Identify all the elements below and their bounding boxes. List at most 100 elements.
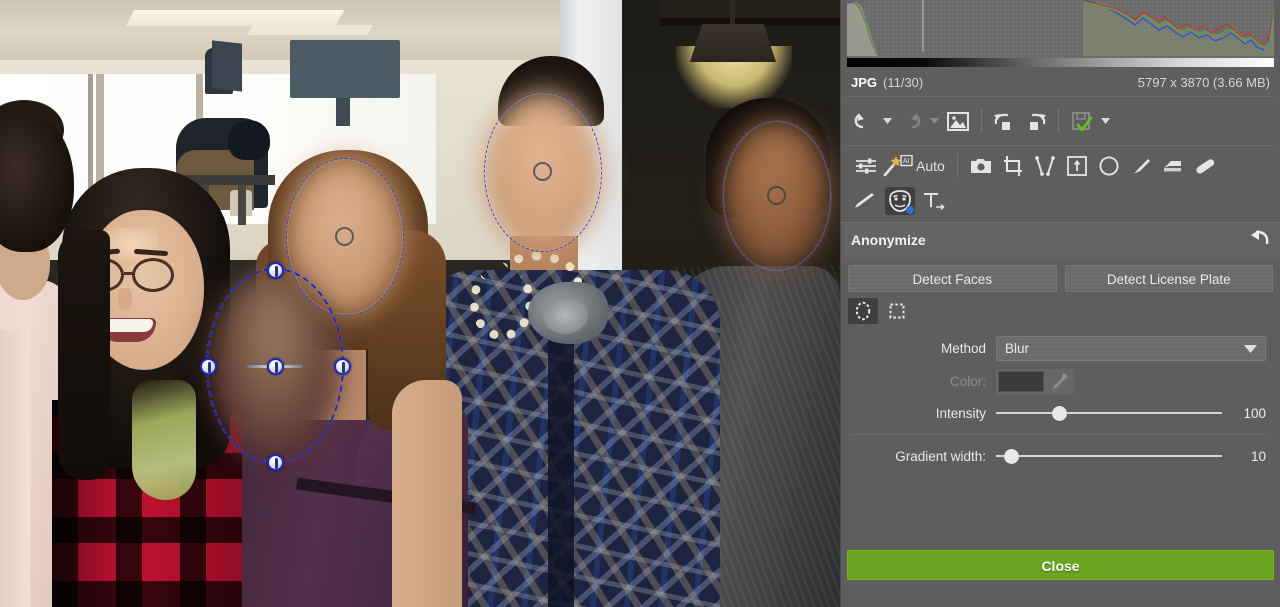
- ellipse-icon[interactable]: [1094, 152, 1124, 180]
- detect-license-plate-button[interactable]: Detect License Plate: [1064, 265, 1273, 292]
- gradient-width-label: Gradient width:: [895, 448, 986, 464]
- brush-icon[interactable]: [1126, 152, 1156, 180]
- person-2-glasses-right-lens: [132, 258, 174, 292]
- adjustments-sliders-icon[interactable]: [851, 152, 881, 180]
- image-format: JPG: [851, 75, 878, 90]
- selection-center-marker[interactable]: [335, 227, 354, 246]
- divider-3: [851, 434, 1266, 435]
- eraser-icon[interactable]: [1158, 152, 1188, 180]
- dashed-ellipse-icon[interactable]: [848, 298, 878, 324]
- rotate-left-icon[interactable]: [992, 108, 1018, 134]
- save-chevron-down-icon[interactable]: [1099, 111, 1112, 131]
- svg-text:AI: AI: [903, 158, 910, 165]
- image-canvas[interactable]: [0, 0, 840, 607]
- tool-palette-row-2: [841, 184, 1280, 222]
- save-check-icon[interactable]: [1069, 108, 1095, 134]
- histogram-tone-bar: [847, 58, 1274, 67]
- dashed-rectangle-icon[interactable]: [882, 298, 912, 324]
- method-select[interactable]: Blur: [996, 336, 1266, 361]
- resize-handle-north[interactable]: [266, 261, 284, 279]
- eyedropper-icon[interactable]: [1048, 371, 1072, 392]
- crop-icon[interactable]: [998, 152, 1028, 180]
- tool-palette-row-1: AI Auto: [841, 146, 1280, 184]
- intensity-label: Intensity: [935, 405, 986, 421]
- gradient-width-slider-knob[interactable]: [1004, 448, 1020, 464]
- resize-handle-east[interactable]: [333, 357, 351, 375]
- resize-handle-south[interactable]: [266, 453, 284, 471]
- gradient-width-slider[interactable]: [996, 447, 1222, 465]
- chevron-down-icon: [1244, 344, 1257, 353]
- person-2-glasses-bridge: [124, 272, 134, 275]
- intensity-slider[interactable]: [996, 404, 1222, 422]
- image-dimensions: 5797 x 3870 (3.66 MB): [1137, 75, 1270, 90]
- anonymize-section-header: Anonymize: [841, 222, 1280, 257]
- magic-wand-ai-icon[interactable]: AI: [883, 152, 913, 180]
- gradient-width-row: Gradient width: 10: [841, 441, 1280, 471]
- close-button[interactable]: Close: [847, 550, 1274, 580]
- bandage-icon[interactable]: [1190, 152, 1220, 180]
- right-panel: JPG (11/30) 5797 x 3870 (3.66 MB) AI Aut…: [840, 0, 1280, 607]
- selection-center-marker[interactable]: [533, 162, 552, 181]
- method-label: Method: [940, 341, 986, 356]
- ceiling-light: [125, 10, 345, 26]
- reset-arrow-icon[interactable]: [1248, 229, 1270, 250]
- background-person-hair: [228, 120, 270, 160]
- perspective-icon[interactable]: [1030, 152, 1060, 180]
- person-1-arm: [0, 330, 30, 607]
- method-row: Method Blur: [841, 332, 1280, 365]
- text-icon[interactable]: [919, 187, 949, 215]
- image-format-group: JPG (11/30): [851, 75, 923, 90]
- resize-handle-west[interactable]: [199, 357, 217, 375]
- camera-icon[interactable]: [966, 152, 996, 180]
- pendant-lamp-rod: [730, 0, 735, 26]
- image-metadata-row: JPG (11/30) 5797 x 3870 (3.66 MB): [841, 67, 1280, 96]
- toolbar-separator-2: [1058, 109, 1059, 133]
- color-picker-group[interactable]: [996, 369, 1074, 394]
- photo-editor-window: JPG (11/30) 5797 x 3870 (3.66 MB) AI Aut…: [0, 0, 1280, 607]
- person-4-jacket-opening: [548, 300, 574, 607]
- picture-icon[interactable]: [945, 108, 971, 134]
- redo-chevron-down-icon: [928, 111, 941, 131]
- desk-leg-2: [238, 185, 246, 225]
- person-2-hair-strand: [58, 230, 110, 480]
- image-counter: (11/30): [883, 75, 924, 90]
- pen-icon[interactable]: [851, 187, 881, 215]
- undo-chevron-down-icon[interactable]: [881, 111, 894, 131]
- resize-icon[interactable]: [1062, 152, 1092, 180]
- monitor-stand: [336, 98, 350, 126]
- undo-icon[interactable]: [851, 108, 877, 134]
- auto-label[interactable]: Auto: [916, 158, 945, 174]
- person-4-fabric-flower-center: [542, 296, 588, 334]
- face-selection-2-active[interactable]: [199, 261, 351, 471]
- background-monitor: [290, 40, 400, 98]
- color-swatch[interactable]: [998, 371, 1044, 392]
- color-row: Color:: [841, 365, 1280, 398]
- method-value: Blur: [1005, 341, 1030, 356]
- tool-separator: [956, 154, 958, 178]
- anonymize-active-badge: [906, 206, 914, 214]
- toolbar-separator: [981, 109, 982, 133]
- detect-faces-button[interactable]: Detect Faces: [848, 265, 1057, 292]
- pendant-lamp-shade: [690, 24, 776, 62]
- face-selection-4[interactable]: [722, 120, 832, 272]
- person-2-green-hair-highlight: [132, 380, 196, 500]
- gradient-width-slider-track: [996, 455, 1222, 457]
- ceiling-light-2: [247, 25, 373, 35]
- shape-tool-row: [841, 298, 1280, 332]
- gradient-width-value: 10: [1250, 448, 1266, 464]
- edit-toolbar: [841, 97, 1280, 145]
- intensity-slider-track: [996, 412, 1222, 414]
- person-2-forehead-highlight: [104, 228, 158, 260]
- intensity-value: 100: [1243, 405, 1266, 421]
- anonymize-mask-icon[interactable]: [885, 187, 915, 215]
- move-handle-center[interactable]: [266, 357, 284, 375]
- background-monitor-2: [212, 40, 242, 92]
- selection-center-marker[interactable]: [767, 186, 786, 205]
- intensity-row: Intensity 100: [841, 398, 1280, 428]
- anonymize-title: Anonymize: [851, 231, 926, 248]
- rotate-right-icon[interactable]: [1022, 108, 1048, 134]
- histogram: [847, 0, 1274, 58]
- intensity-slider-knob[interactable]: [1051, 405, 1067, 421]
- color-label: Color:: [949, 374, 986, 389]
- face-selection-3[interactable]: [484, 92, 602, 252]
